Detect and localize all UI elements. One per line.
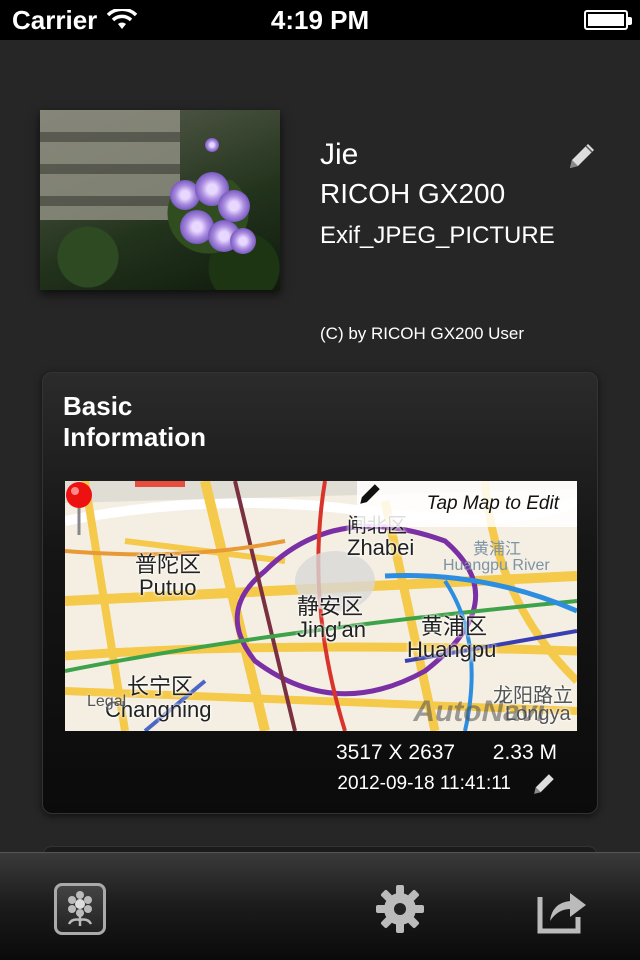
map-label: 黄浦江 (473, 541, 522, 558)
photo-header: Jie RICOH GX200 Exif_JPEG_PICTURE (C) by… (0, 40, 640, 360)
map-label: Jing'an (297, 617, 367, 642)
map-label: Zhabei (347, 535, 415, 560)
thumbnail-flower (218, 190, 250, 222)
status-left: Carrier (12, 4, 138, 36)
file-size: 2.33 M (492, 741, 557, 764)
battery-level (588, 14, 624, 26)
gear-icon[interactable] (374, 883, 426, 935)
camera-model: RICOH GX200 (320, 178, 506, 209)
photo-name: Jie (320, 138, 359, 171)
date-row: 2012-09-18 11:41:11 (43, 771, 557, 797)
status-bar: Carrier 4:19 PM (0, 0, 640, 40)
photo-album-icon (67, 891, 93, 926)
pencil-icon[interactable] (566, 140, 598, 172)
map-label: Putuo (139, 575, 197, 600)
thumbnail-flower (205, 138, 219, 152)
capture-date: 2012-09-18 11:41:11 (337, 773, 511, 794)
location-map[interactable]: 普陀区 Putuo 闸北区 Zhabei 黄浦江 Huangpu River 静… (65, 481, 577, 731)
image-dimensions-row: 3517 X 2637 2.33 M (43, 741, 557, 765)
image-dimensions: 3517 X 2637 (336, 741, 456, 764)
pencil-icon (360, 484, 380, 504)
photo-copyright: (C) by RICOH GX200 User (320, 324, 525, 343)
basic-info-card: Basic Information 普陀区 Putuo Zhabei 黄浦江 H… (42, 372, 598, 814)
map-label: Huangpu River (443, 557, 550, 574)
photo-album-button[interactable] (54, 883, 106, 935)
share-icon[interactable] (536, 883, 588, 935)
tap-map-edit-hint[interactable]: Tap Map to Edit (357, 481, 577, 527)
photo-description: Exif_JPEG_PICTURE (320, 222, 555, 249)
carrier-label: Carrier (12, 4, 98, 35)
bottom-toolbar (0, 852, 640, 960)
thumbnail-flower (230, 228, 256, 254)
tap-map-edit-label: Tap Map to Edit (426, 493, 559, 514)
main-content[interactable]: Jie RICOH GX200 Exif_JPEG_PICTURE (C) by… (0, 40, 640, 852)
basic-info-title: Basic Information (63, 391, 206, 452)
map-legal-link[interactable]: Legal (87, 693, 126, 711)
map-label: Huangpu (407, 637, 497, 662)
location-pin-icon (66, 482, 92, 535)
photo-thumbnail[interactable] (40, 110, 280, 290)
pencil-icon[interactable] (531, 771, 557, 797)
wifi-icon (107, 9, 138, 29)
map-watermark: AutoNavi (413, 695, 545, 728)
battery-icon (584, 10, 632, 30)
